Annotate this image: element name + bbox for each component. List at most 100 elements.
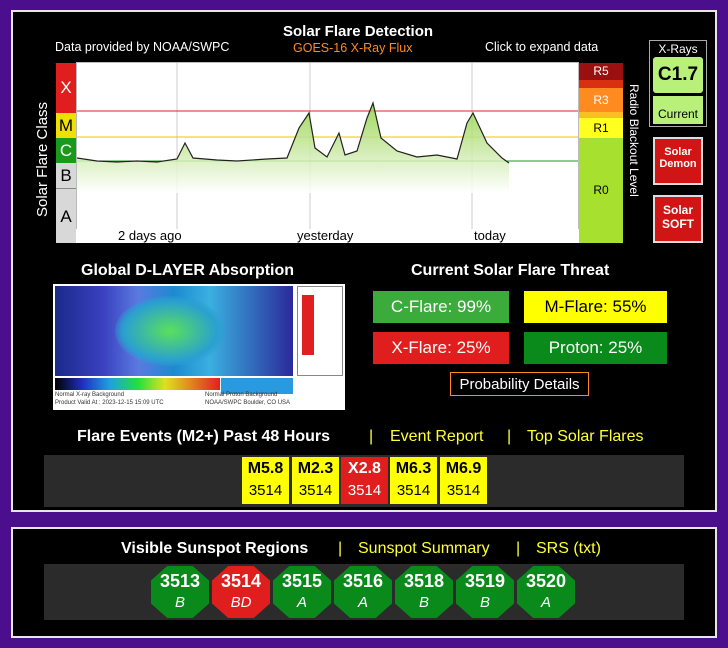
srs-txt-link[interactable]: SRS (txt) <box>536 540 601 558</box>
sunspot-region[interactable]: 3518 B <box>395 566 453 618</box>
proton-threat: Proton: 25% <box>524 332 667 364</box>
sunspot-region[interactable]: 3513 B <box>151 566 209 618</box>
sunspot-region[interactable]: 3519 B <box>456 566 514 618</box>
dlayer-legend-left: Normal X-ray Background <box>55 392 125 398</box>
class-b: B <box>56 163 76 188</box>
solar-soft-button[interactable]: Solar SOFT <box>653 195 703 243</box>
dlayer-title: Global D-LAYER Absorption <box>81 262 295 279</box>
solar-demon-line1: Solar <box>664 146 692 158</box>
events-sep-2: | <box>507 428 512 445</box>
region-magnetic-class: BD <box>230 594 252 611</box>
dlayer-map[interactable]: Normal X-ray Background Product Valid At… <box>53 284 345 410</box>
region-magnetic-class: A <box>357 594 368 611</box>
absorption-map <box>55 286 293 376</box>
xray-current-label: Current <box>657 107 698 121</box>
y-axis-label: Solar Flare Class <box>34 101 51 217</box>
c-flare-threat: C-Flare: 99% <box>373 291 509 323</box>
flare-event[interactable]: X2.8 3514 <box>341 457 388 504</box>
region-number: 3519 <box>464 571 506 591</box>
event-region: 3514 <box>298 482 333 499</box>
flux-area <box>77 103 509 193</box>
x-tick-2-days-ago: 2 days ago <box>118 228 182 243</box>
event-class: X2.8 <box>348 460 381 477</box>
region-magnetic-class: B <box>418 594 429 611</box>
x-axis: 2 days ago yesterday today <box>76 228 579 243</box>
expand-data-link[interactable]: Click to expand data <box>485 40 598 54</box>
absorption-chart <box>297 286 343 376</box>
m-flare-threat: M-Flare: 55% <box>524 291 667 323</box>
events-sep-1: | <box>369 428 374 445</box>
x-tick-today: today <box>474 228 506 243</box>
sunspot-region[interactable]: 3515 A <box>273 566 331 618</box>
event-region: 3514 <box>396 482 431 499</box>
region-number: 3513 <box>159 571 201 591</box>
class-x: X <box>56 63 76 113</box>
x-flare-threat: X-Flare: 25% <box>373 332 509 364</box>
chart-title: Solar Flare Detection <box>283 23 434 40</box>
radio-r4 <box>579 80 623 88</box>
solar-soft-line2: SOFT <box>662 217 694 231</box>
solar-flare-panel: Solar Flare Detection Data provided by N… <box>11 10 717 512</box>
solar-demon-line2: Demon <box>659 158 697 170</box>
radio-r0: R0 <box>579 138 623 243</box>
radio-r5: R5 <box>579 63 623 80</box>
events-title: Flare Events (M2+) Past 48 Hours <box>77 428 330 445</box>
flare-event[interactable]: M6.9 3514 <box>440 457 487 504</box>
data-provider: Data provided by NOAA/SWPC <box>55 40 230 54</box>
probability-details-link[interactable]: Probability Details <box>450 372 589 396</box>
event-class: M6.9 <box>445 460 482 477</box>
event-region: 3514 <box>347 482 382 499</box>
chart-subtitle: GOES-16 X-Ray Flux <box>293 41 413 55</box>
region-magnetic-class: A <box>296 594 307 611</box>
x-tick-yesterday: yesterday <box>297 228 354 243</box>
xray-flux-plot[interactable] <box>76 62 579 242</box>
flare-events-bar: M5.8 3514 M2.3 3514 X2.8 3514 M6.3 3514 … <box>44 455 684 507</box>
sunspot-summary-link[interactable]: Sunspot Summary <box>358 540 490 558</box>
legend-bar <box>55 378 220 390</box>
radio-blackout-label: Radio Blackout Level <box>627 84 641 197</box>
solar-demon-button[interactable]: Solar Demon <box>653 137 703 185</box>
event-class: M5.8 <box>247 460 284 477</box>
region-number: 3518 <box>403 571 445 591</box>
radio-r3: R3 <box>579 88 623 112</box>
flare-event[interactable]: M5.8 3514 <box>242 457 289 504</box>
class-c: C <box>56 138 76 163</box>
xray-current-box[interactable]: X-Rays C1.7 Current <box>649 40 707 127</box>
region-magnetic-class: B <box>174 594 185 611</box>
xray-value: C1.7 <box>653 57 703 93</box>
dlayer-source: NOAA/SWPC Boulder, CO USA <box>205 400 291 406</box>
flare-class-column: X M C B A <box>56 63 76 243</box>
sunspot-panel: Visible Sunspot Regions | Sunspot Summar… <box>11 527 717 638</box>
sunspot-sep-2: | <box>516 540 521 557</box>
region-number: 3520 <box>525 571 567 591</box>
sunspot-title: Visible Sunspot Regions <box>121 540 309 557</box>
solar-soft-line1: Solar <box>662 203 693 217</box>
flare-event[interactable]: M6.3 3514 <box>390 457 437 504</box>
top-solar-flares-link[interactable]: Top Solar Flares <box>527 428 644 446</box>
flux-svg <box>77 63 578 241</box>
sunspot-sep-1: | <box>338 540 343 557</box>
radio-r1: R1 <box>579 118 623 138</box>
event-region: 3514 <box>248 482 283 499</box>
xray-label: X-Rays <box>658 42 698 56</box>
sunspot-regions-bar: 3513 B 3514 BD 3515 A 3516 A 3518 B 3519… <box>44 564 684 620</box>
class-m: M <box>56 113 76 138</box>
flare-event[interactable]: M2.3 3514 <box>292 457 339 504</box>
event-region: 3514 <box>446 482 481 499</box>
region-number: 3514 <box>220 571 262 591</box>
sunspot-region[interactable]: 3520 A <box>517 566 575 618</box>
region-number: 3515 <box>281 571 323 591</box>
radio-blackout-column: R5 R3 R1 R0 <box>579 63 623 243</box>
threat-title: Current Solar Flare Threat <box>411 262 610 279</box>
event-class: M2.3 <box>297 460 334 477</box>
sunspot-region[interactable]: 3516 A <box>334 566 392 618</box>
sunspot-region[interactable]: 3514 BD <box>212 566 270 618</box>
dlayer-valid-time: Product Valid At : 2023-12-15 15:09 UTC <box>55 400 164 406</box>
dlayer-legend-right: Normal Proton Background <box>205 392 278 398</box>
region-magnetic-class: B <box>479 594 490 611</box>
class-a: A <box>56 188 76 243</box>
event-class: M6.3 <box>395 460 432 477</box>
region-number: 3516 <box>342 571 384 591</box>
region-magnetic-class: A <box>540 594 551 611</box>
event-report-link[interactable]: Event Report <box>390 428 483 446</box>
